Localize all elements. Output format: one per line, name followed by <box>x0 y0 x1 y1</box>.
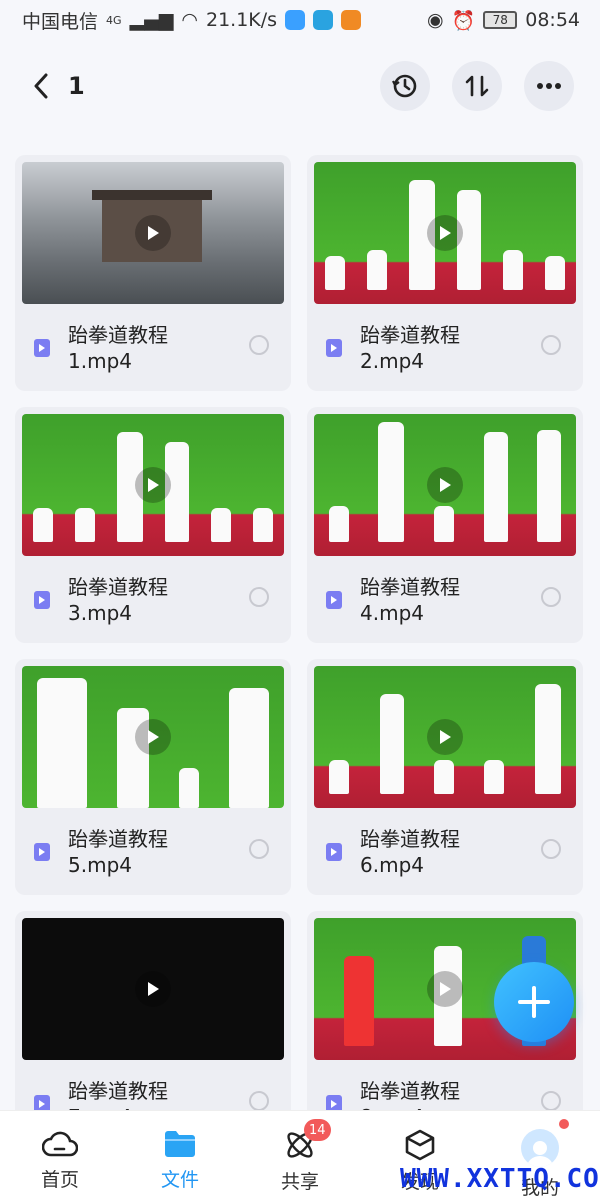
select-radio[interactable] <box>249 839 269 859</box>
add-button[interactable] <box>494 962 574 1042</box>
file-name-line1: 跆拳道教程 <box>68 323 168 347</box>
video-thumbnail[interactable] <box>314 666 576 808</box>
battery-indicator: 78 <box>483 11 518 29</box>
play-icon[interactable] <box>135 467 171 503</box>
more-icon <box>537 83 561 89</box>
nav-item-home[interactable]: 首页 <box>0 1111 120 1200</box>
file-name-line2: 1.mp4 <box>68 349 132 373</box>
plus-icon <box>518 986 550 1018</box>
play-icon[interactable] <box>135 971 171 1007</box>
file-name-line1: 跆拳道教程 <box>68 1079 168 1103</box>
top-bar: 1 <box>0 58 600 114</box>
video-file-icon <box>326 339 342 357</box>
select-radio[interactable] <box>249 335 269 355</box>
carrier-label: 中国电信 <box>22 10 99 33</box>
alarm-icon: ⏰ <box>451 9 476 32</box>
box-icon <box>405 1129 435 1161</box>
file-name-line1: 跆拳道教程 <box>68 575 168 599</box>
play-icon[interactable] <box>427 467 463 503</box>
eye-icon: ◉ <box>426 9 444 31</box>
cloud-icon <box>42 1131 78 1157</box>
video-thumbnail[interactable] <box>314 414 576 556</box>
file-name-line1: 跆拳道教程 <box>360 1079 460 1103</box>
file-name: 跆拳道教程 6.mp4 <box>360 826 520 878</box>
video-file-icon <box>326 591 342 609</box>
file-card[interactable]: 跆拳道教程 6.mp4 <box>307 659 583 895</box>
select-radio[interactable] <box>541 839 561 859</box>
notification-dot <box>559 1119 569 1129</box>
more-button[interactable] <box>524 61 574 111</box>
file-name: 跆拳道教程 2.mp4 <box>360 322 520 374</box>
file-card[interactable]: 跆拳道教程 1.mp4 <box>15 155 291 391</box>
select-radio[interactable] <box>249 587 269 607</box>
file-name-line2: 5.mp4 <box>68 853 132 877</box>
file-name-line1: 跆拳道教程 <box>360 827 460 851</box>
select-radio[interactable] <box>541 587 561 607</box>
play-icon[interactable] <box>135 719 171 755</box>
video-file-icon <box>34 591 50 609</box>
file-name: 跆拳道教程 1.mp4 <box>68 322 228 374</box>
file-name-line1: 跆拳道教程 <box>68 827 168 851</box>
clock: 08:54 <box>525 9 580 31</box>
telegram-icon <box>313 10 334 30</box>
play-icon[interactable] <box>135 215 171 251</box>
file-name-line2: 4.mp4 <box>360 601 424 625</box>
file-name-line1: 跆拳道教程 <box>360 323 460 347</box>
video-file-icon <box>34 339 50 357</box>
play-icon[interactable] <box>427 971 463 1007</box>
video-thumbnail[interactable] <box>22 414 284 556</box>
page-title: 1 <box>68 72 85 100</box>
uc-browser-icon <box>341 10 362 30</box>
signal-icon: ▂▄▆ <box>129 9 174 31</box>
watermark: WWW.XXTTQ.COM <box>400 1164 600 1194</box>
play-icon[interactable] <box>427 719 463 755</box>
video-thumbnail[interactable] <box>314 162 576 304</box>
status-bar: 中国电信 4G ▂▄▆ ◠ 21.1K/s ◉ ⏰ 78 08:54 <box>0 0 600 40</box>
nav-item-share[interactable]: 14 共享 <box>240 1111 360 1200</box>
video-thumbnail[interactable] <box>22 162 284 304</box>
nav-label: 文件 <box>160 1169 199 1191</box>
avatar-icon <box>521 1129 559 1167</box>
speed-label: 21.1K/s <box>205 9 278 31</box>
roof-shape <box>92 190 212 200</box>
file-card[interactable]: 跆拳道教程 4.mp4 <box>307 407 583 643</box>
select-radio[interactable] <box>541 1091 561 1111</box>
history-icon <box>392 74 417 98</box>
video-thumbnail[interactable] <box>22 666 284 808</box>
select-radio[interactable] <box>541 335 561 355</box>
network-label: 4G <box>106 13 122 27</box>
notification-badge: 14 <box>304 1119 331 1141</box>
file-card[interactable]: 跆拳道教程 5.mp4 <box>15 659 291 895</box>
file-name-line1: 跆拳道教程 <box>360 575 460 599</box>
wifi-icon: ◠ <box>181 9 198 31</box>
file-name-line2: 3.mp4 <box>68 601 132 625</box>
file-name: 跆拳道教程 4.mp4 <box>360 574 520 626</box>
play-icon[interactable] <box>427 215 463 251</box>
nav-label: 首页 <box>40 1169 79 1191</box>
select-radio[interactable] <box>249 1091 269 1111</box>
back-button[interactable] <box>26 66 56 106</box>
file-name-line2: 2.mp4 <box>360 349 424 373</box>
nav-label: 共享 <box>280 1171 319 1193</box>
folder-icon <box>165 1131 195 1157</box>
nav-item-files[interactable]: 文件 <box>120 1111 240 1200</box>
file-name: 跆拳道教程 3.mp4 <box>68 574 228 626</box>
file-name: 跆拳道教程 5.mp4 <box>68 826 228 878</box>
sort-icon <box>465 75 489 97</box>
app-notification-icon <box>285 10 306 30</box>
file-card[interactable]: 跆拳道教程 2.mp4 <box>307 155 583 391</box>
file-card[interactable]: 跆拳道教程 3.mp4 <box>15 407 291 643</box>
video-thumbnail[interactable] <box>22 918 284 1060</box>
sort-button[interactable] <box>452 61 502 111</box>
chevron-left-icon <box>34 73 48 99</box>
file-name-line2: 6.mp4 <box>360 853 424 877</box>
history-button[interactable] <box>380 61 430 111</box>
video-file-icon <box>326 843 342 861</box>
video-file-icon <box>34 843 50 861</box>
